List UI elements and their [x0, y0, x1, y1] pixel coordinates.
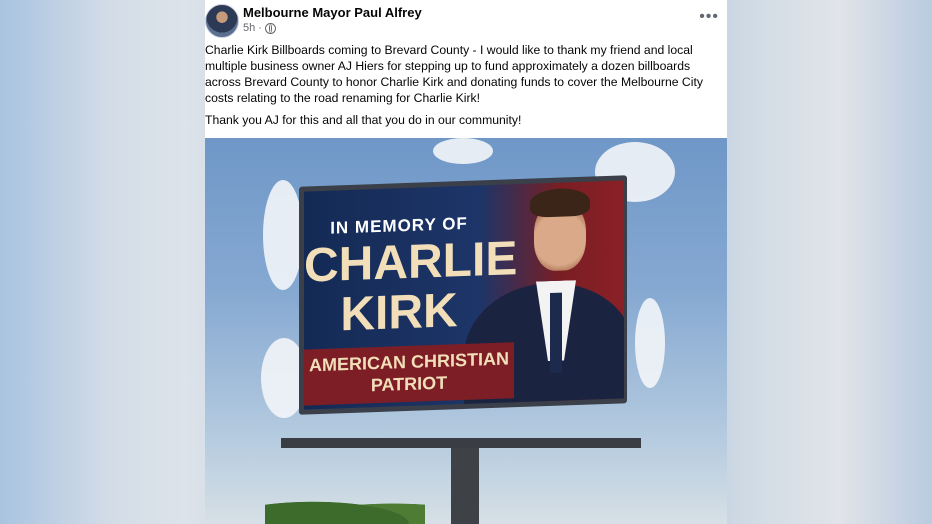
- post-image[interactable]: IN MEMORY OF CHARLIE KIRK AMERICAN CHRIS…: [205, 138, 727, 524]
- author-name[interactable]: Melbourne Mayor Paul Alfrey: [243, 5, 422, 20]
- portrait-tie: [550, 292, 562, 373]
- billboard-line3: AMERICAN CHRISTIAN PATRIOT: [309, 348, 509, 396]
- avatar[interactable]: [205, 4, 239, 38]
- meta-separator: ·: [258, 22, 262, 34]
- post-header: Melbourne Mayor Paul Alfrey 5h · •••: [205, 0, 727, 40]
- portrait-hair: [530, 187, 590, 218]
- post-meta: 5h ·: [243, 22, 276, 34]
- trees: [265, 498, 425, 524]
- billboard-catwalk: [281, 438, 641, 448]
- globe-icon[interactable]: [264, 22, 276, 34]
- more-options-icon[interactable]: •••: [699, 8, 719, 26]
- billboard-pole: [451, 448, 479, 524]
- billboard-screen: IN MEMORY OF CHARLIE KIRK AMERICAN CHRIS…: [304, 180, 624, 410]
- cloud: [433, 138, 493, 164]
- facebook-post: Melbourne Mayor Paul Alfrey 5h · ••• Cha…: [205, 0, 727, 524]
- post-paragraph: Thank you AJ for this and all that you d…: [205, 113, 522, 127]
- post-paragraph: Charlie Kirk Billboards coming to Brevar…: [205, 43, 703, 105]
- cloud: [263, 180, 303, 290]
- post-text: Charlie Kirk Billboards coming to Brevar…: [205, 42, 723, 134]
- post-time[interactable]: 5h: [243, 22, 255, 34]
- billboard-line2: CHARLIE KIRK: [304, 232, 518, 342]
- cloud: [635, 298, 665, 388]
